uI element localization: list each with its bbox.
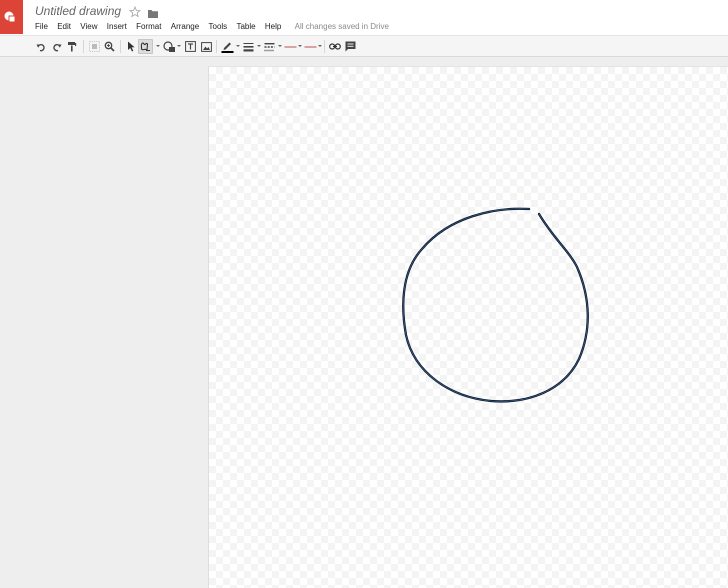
menu-bar: File Edit View Insert Format Arrange Too… bbox=[35, 19, 389, 33]
fill-icon bbox=[162, 40, 175, 52]
undo-button[interactable] bbox=[35, 39, 47, 54]
toolbar-separator bbox=[216, 40, 217, 53]
fill-dropdown-caret[interactable] bbox=[177, 45, 181, 47]
toolbar bbox=[0, 35, 728, 57]
line-color-dropdown-caret[interactable] bbox=[236, 45, 240, 47]
link-icon bbox=[328, 43, 341, 50]
line-weight-icon bbox=[243, 42, 254, 51]
insert-link-button[interactable] bbox=[328, 39, 341, 54]
toolbar-separator bbox=[120, 40, 121, 53]
fill-shape-button[interactable] bbox=[162, 39, 176, 54]
drawings-logo[interactable] bbox=[0, 0, 23, 34]
drawing-canvas[interactable] bbox=[208, 66, 728, 588]
add-comment-button[interactable] bbox=[344, 39, 357, 54]
line-end-icon bbox=[304, 46, 316, 47]
folder-icon[interactable] bbox=[147, 6, 159, 18]
shape-icon bbox=[140, 42, 150, 52]
line-start-button[interactable] bbox=[283, 39, 297, 54]
line-start-icon bbox=[284, 46, 296, 47]
menu-file[interactable]: File bbox=[35, 22, 48, 31]
textbox-icon bbox=[185, 41, 196, 52]
image-icon bbox=[200, 41, 212, 52]
menu-table[interactable]: Table bbox=[236, 22, 255, 31]
line-weight-dropdown-caret[interactable] bbox=[257, 45, 261, 47]
menu-format[interactable]: Format bbox=[136, 22, 161, 31]
save-status: All changes saved in Drive bbox=[294, 21, 389, 31]
line-color-swatch bbox=[221, 51, 233, 53]
line-color-icon bbox=[221, 42, 233, 53]
menu-tools[interactable]: Tools bbox=[209, 22, 228, 31]
drawings-logo-icon bbox=[4, 11, 16, 23]
paint-format-button[interactable] bbox=[66, 39, 78, 54]
redo-icon bbox=[53, 43, 62, 51]
line-start-dropdown-caret[interactable] bbox=[298, 45, 302, 47]
line-end-button[interactable] bbox=[303, 39, 317, 54]
image-button[interactable] bbox=[200, 39, 212, 54]
undo-icon bbox=[36, 43, 45, 51]
menu-help[interactable]: Help bbox=[265, 22, 281, 31]
line-dash-dropdown-caret[interactable] bbox=[278, 45, 282, 47]
redo-button[interactable] bbox=[51, 39, 63, 54]
zoom-icon bbox=[104, 41, 115, 52]
freehand-circle-shape[interactable] bbox=[402, 207, 589, 403]
star-icon[interactable] bbox=[128, 5, 142, 18]
zoom-button[interactable] bbox=[103, 39, 115, 54]
line-weight-button[interactable] bbox=[242, 39, 255, 54]
paint-format-icon bbox=[68, 42, 77, 52]
document-title[interactable]: Untitled drawing bbox=[35, 4, 121, 18]
select-button[interactable] bbox=[125, 39, 137, 54]
shape-button[interactable] bbox=[138, 39, 153, 54]
menu-edit[interactable]: Edit bbox=[57, 22, 71, 31]
menu-view[interactable]: View bbox=[80, 22, 97, 31]
fit-icon bbox=[88, 41, 100, 52]
menu-arrange[interactable]: Arrange bbox=[171, 22, 199, 31]
line-dash-icon bbox=[264, 42, 275, 51]
shape-dropdown-caret[interactable] bbox=[156, 45, 160, 47]
drawing-layer bbox=[402, 207, 589, 403]
title-row: Untitled drawing bbox=[35, 3, 159, 19]
fit-button[interactable] bbox=[88, 39, 100, 54]
line-dash-button[interactable] bbox=[263, 39, 276, 54]
freehand-circle-highlight bbox=[402, 208, 589, 402]
textbox-button[interactable] bbox=[184, 39, 197, 54]
line-color-button[interactable] bbox=[220, 39, 234, 54]
line-end-dropdown-caret[interactable] bbox=[318, 45, 322, 47]
select-icon bbox=[127, 41, 135, 52]
toolbar-separator bbox=[324, 40, 325, 53]
toolbar-separator bbox=[83, 40, 84, 53]
menu-insert[interactable]: Insert bbox=[107, 22, 127, 31]
comment-icon bbox=[345, 41, 356, 52]
